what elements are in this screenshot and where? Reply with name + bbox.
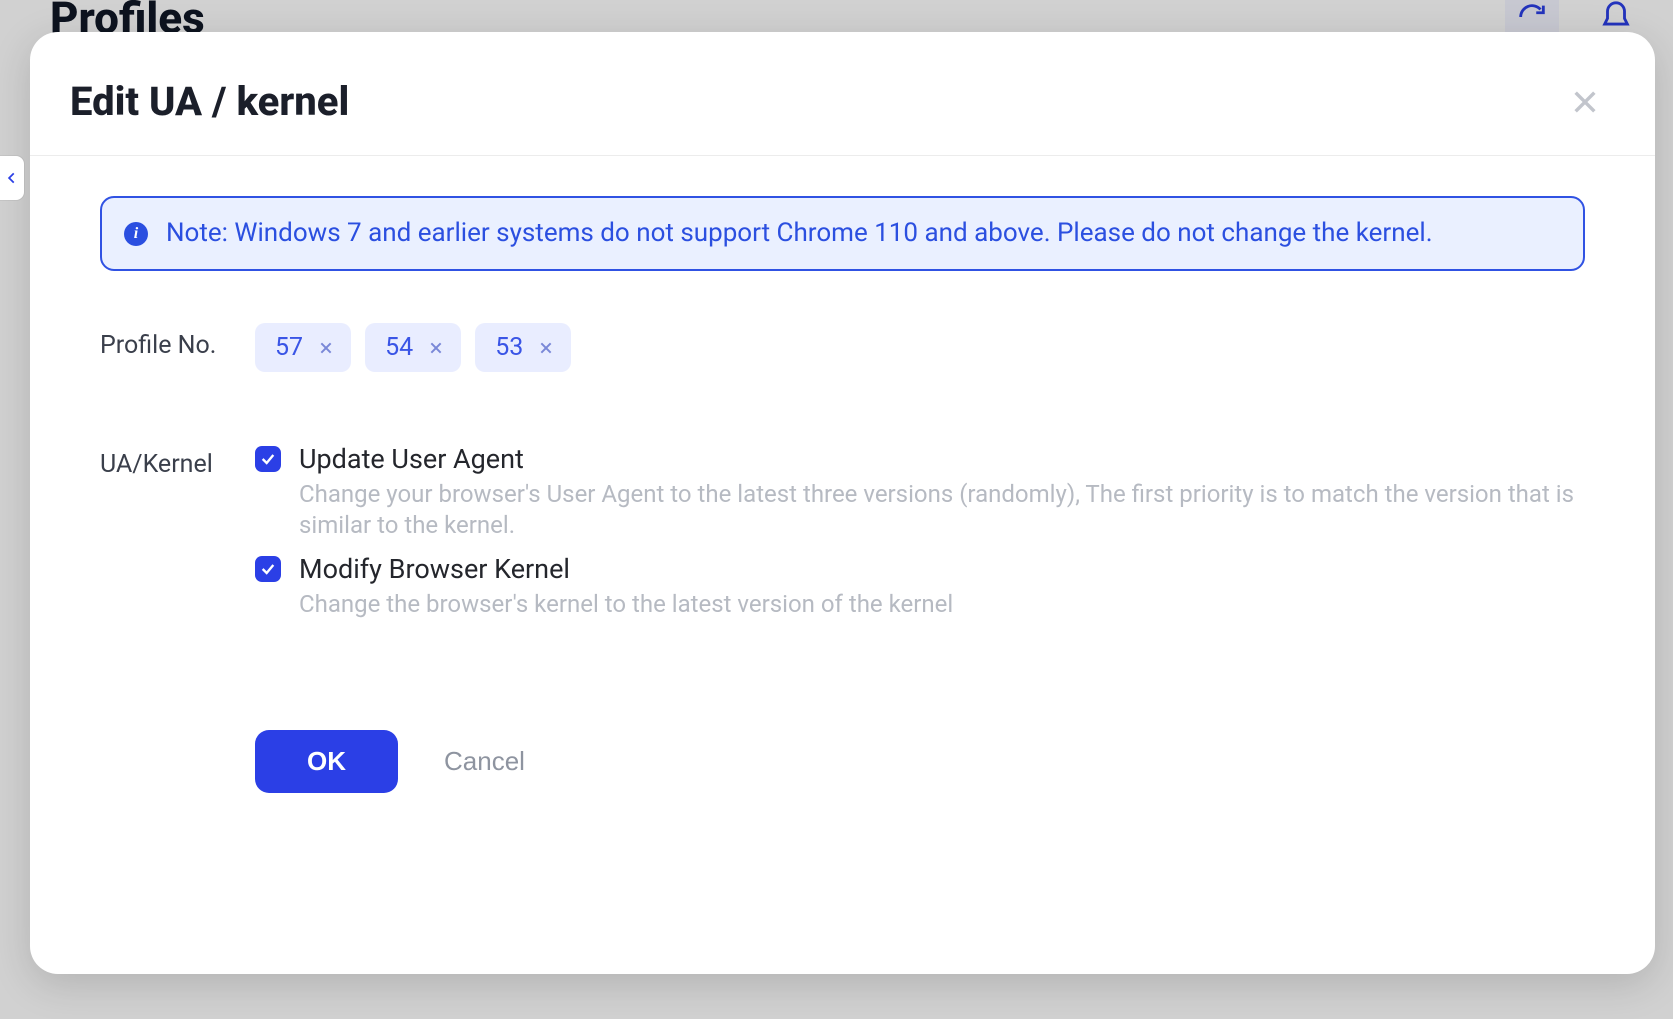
ua-kernel-row: UA/Kernel Update User Agent Change your … [100, 442, 1585, 630]
chevron-left-icon [5, 171, 19, 185]
modify-browser-kernel-option: Modify Browser Kernel Change the browser… [255, 552, 1585, 620]
option-desc: Change the browser's kernel to the lates… [299, 589, 1585, 620]
profile-tags: 57 54 53 [255, 323, 1585, 372]
cancel-button[interactable]: Cancel [444, 746, 525, 777]
info-icon: i [124, 222, 148, 246]
modal-header: Edit UA / kernel [30, 32, 1655, 156]
close-button[interactable] [1565, 82, 1605, 122]
modal-title: Edit UA / kernel [70, 78, 349, 125]
profile-tag-label: 53 [495, 333, 523, 362]
profile-tag-label: 57 [275, 333, 303, 362]
close-icon [1569, 86, 1601, 118]
profile-tag[interactable]: 53 [475, 323, 571, 372]
close-icon [538, 340, 554, 356]
edit-ua-kernel-modal: Edit UA / kernel i Note: Windows 7 and e… [30, 32, 1655, 974]
modal-body: i Note: Windows 7 and earlier systems do… [30, 156, 1655, 974]
ua-kernel-label: UA/Kernel [100, 442, 255, 479]
update-user-agent-option: Update User Agent Change your browser's … [255, 442, 1585, 541]
checkmark-icon [260, 561, 276, 577]
update-user-agent-checkbox[interactable] [255, 446, 281, 472]
modify-browser-kernel-checkbox[interactable] [255, 556, 281, 582]
info-alert: i Note: Windows 7 and earlier systems do… [100, 196, 1585, 271]
tag-remove-button[interactable] [425, 337, 447, 359]
modal-footer: OK Cancel [100, 730, 1585, 793]
close-icon [428, 340, 444, 356]
profile-row: Profile No. 57 54 [100, 323, 1585, 372]
profile-tag[interactable]: 57 [255, 323, 351, 372]
tag-remove-button[interactable] [315, 337, 337, 359]
info-alert-text: Note: Windows 7 and earlier systems do n… [166, 216, 1433, 251]
sidebar-collapse-handle[interactable] [0, 156, 24, 200]
option-desc: Change your browser's User Agent to the … [299, 479, 1585, 541]
tag-remove-button[interactable] [535, 337, 557, 359]
profile-tag[interactable]: 54 [365, 323, 461, 372]
option-title: Update User Agent [299, 442, 1585, 477]
profile-tag-label: 54 [385, 333, 413, 362]
checkmark-icon [260, 451, 276, 467]
option-title: Modify Browser Kernel [299, 552, 1585, 587]
profile-label: Profile No. [100, 323, 255, 360]
ok-button[interactable]: OK [255, 730, 398, 793]
close-icon [318, 340, 334, 356]
